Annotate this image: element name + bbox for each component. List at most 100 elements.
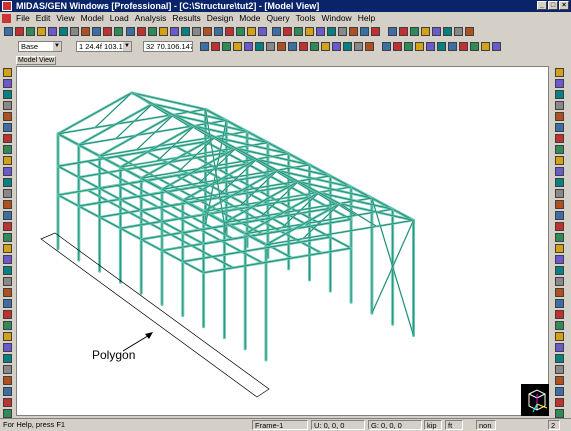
select-tool-icon[interactable] [343,42,352,51]
menu-query[interactable]: Query [263,12,292,24]
edit-tool-icon[interactable] [214,27,223,36]
edit-tool-icon[interactable] [236,27,245,36]
edit-tool-icon[interactable] [247,27,256,36]
display-tool-icon[interactable] [443,27,452,36]
right-tool-icon[interactable] [555,178,564,187]
view-tool-icon[interactable] [316,27,325,36]
menu-edit[interactable]: Edit [33,12,54,24]
grid-tool-icon[interactable] [492,42,501,51]
right-tool-icon[interactable] [555,376,564,385]
left-tool-icon[interactable] [3,354,12,363]
tab-model-view[interactable]: Model View [16,56,56,65]
grid-tool-icon[interactable] [459,42,468,51]
edit-tool-icon[interactable] [148,27,157,36]
display-tool-icon[interactable] [388,27,397,36]
left-tool-icon[interactable] [3,211,12,220]
standard-tool-icon[interactable] [48,27,57,36]
standard-tool-icon[interactable] [26,27,35,36]
select-tool-icon[interactable] [211,42,220,51]
display-tool-icon[interactable] [421,27,430,36]
menu-help[interactable]: Help [355,12,378,24]
grid-tool-icon[interactable] [481,42,490,51]
view-tool-icon[interactable] [305,27,314,36]
edit-tool-icon[interactable] [225,27,234,36]
snap-tool-icon[interactable] [437,42,446,51]
minimize-button[interactable]: _ [537,1,547,10]
select-tool-icon[interactable] [354,42,363,51]
chevron-down-icon[interactable]: ▼ [53,42,61,51]
snap-tool-icon[interactable] [404,42,413,51]
snap-tool-icon[interactable] [415,42,424,51]
edit-tool-icon[interactable] [170,27,179,36]
edit-tool-icon[interactable] [203,27,212,36]
left-tool-icon[interactable] [3,123,12,132]
select-tool-icon[interactable] [244,42,253,51]
close-button[interactable]: × [559,1,569,10]
view-tool-icon[interactable] [349,27,358,36]
right-tool-icon[interactable] [555,332,564,341]
select-tool-icon[interactable] [266,42,275,51]
left-tool-icon[interactable] [3,178,12,187]
standard-tool-icon[interactable] [4,27,13,36]
left-tool-icon[interactable] [3,255,12,264]
menu-tools[interactable]: Tools [293,12,319,24]
menu-view[interactable]: View [53,12,77,24]
left-tool-icon[interactable] [3,90,12,99]
right-tool-icon[interactable] [555,167,564,176]
standard-tool-icon[interactable] [15,27,24,36]
view-tool-icon[interactable] [283,27,292,36]
edit-tool-icon[interactable] [137,27,146,36]
right-tool-icon[interactable] [555,200,564,209]
right-tool-icon[interactable] [555,321,564,330]
edit-tool-icon[interactable] [192,27,201,36]
standard-tool-icon[interactable] [103,27,112,36]
coord-combo-1[interactable]: 1 24.4f 103.127 ▼ [76,41,132,52]
menu-load[interactable]: Load [107,12,132,24]
right-tool-icon[interactable] [555,189,564,198]
select-tool-icon[interactable] [332,42,341,51]
right-tool-icon[interactable] [555,288,564,297]
left-tool-icon[interactable] [3,365,12,374]
menu-analysis[interactable]: Analysis [132,12,170,24]
standard-tool-icon[interactable] [81,27,90,36]
right-tool-icon[interactable] [555,409,564,418]
snap-tool-icon[interactable] [426,42,435,51]
number-field[interactable]: 2 [548,420,560,430]
unit-length-select[interactable]: ft [445,420,463,430]
view-tool-icon[interactable] [294,27,303,36]
right-tool-icon[interactable] [555,244,564,253]
left-tool-icon[interactable] [3,222,12,231]
select-tool-icon[interactable] [277,42,286,51]
left-tool-icon[interactable] [3,266,12,275]
standard-tool-icon[interactable] [59,27,68,36]
select-tool-icon[interactable] [299,42,308,51]
left-tool-icon[interactable] [3,321,12,330]
right-tool-icon[interactable] [555,101,564,110]
display-tool-icon[interactable] [399,27,408,36]
left-tool-icon[interactable] [3,376,12,385]
right-tool-icon[interactable] [555,222,564,231]
left-tool-icon[interactable] [3,189,12,198]
menu-mode[interactable]: Mode [236,12,263,24]
view-tool-icon[interactable] [338,27,347,36]
left-tool-icon[interactable] [3,277,12,286]
document-icon[interactable] [2,13,11,23]
left-tool-icon[interactable] [3,244,12,253]
model-view-canvas[interactable] [16,66,549,416]
left-tool-icon[interactable] [3,101,12,110]
view-tool-icon[interactable] [327,27,336,36]
menu-design[interactable]: Design [204,12,236,24]
select-tool-icon[interactable] [200,42,209,51]
left-tool-icon[interactable] [3,68,12,77]
left-tool-icon[interactable] [3,387,12,396]
right-tool-icon[interactable] [555,310,564,319]
left-tool-icon[interactable] [3,200,12,209]
select-tool-icon[interactable] [255,42,264,51]
edit-tool-icon[interactable] [181,27,190,36]
left-tool-icon[interactable] [3,156,12,165]
view-tool-icon[interactable] [272,27,281,36]
edit-tool-icon[interactable] [159,27,168,36]
view-tool-icon[interactable] [371,27,380,36]
right-tool-icon[interactable] [555,266,564,275]
right-tool-icon[interactable] [555,123,564,132]
